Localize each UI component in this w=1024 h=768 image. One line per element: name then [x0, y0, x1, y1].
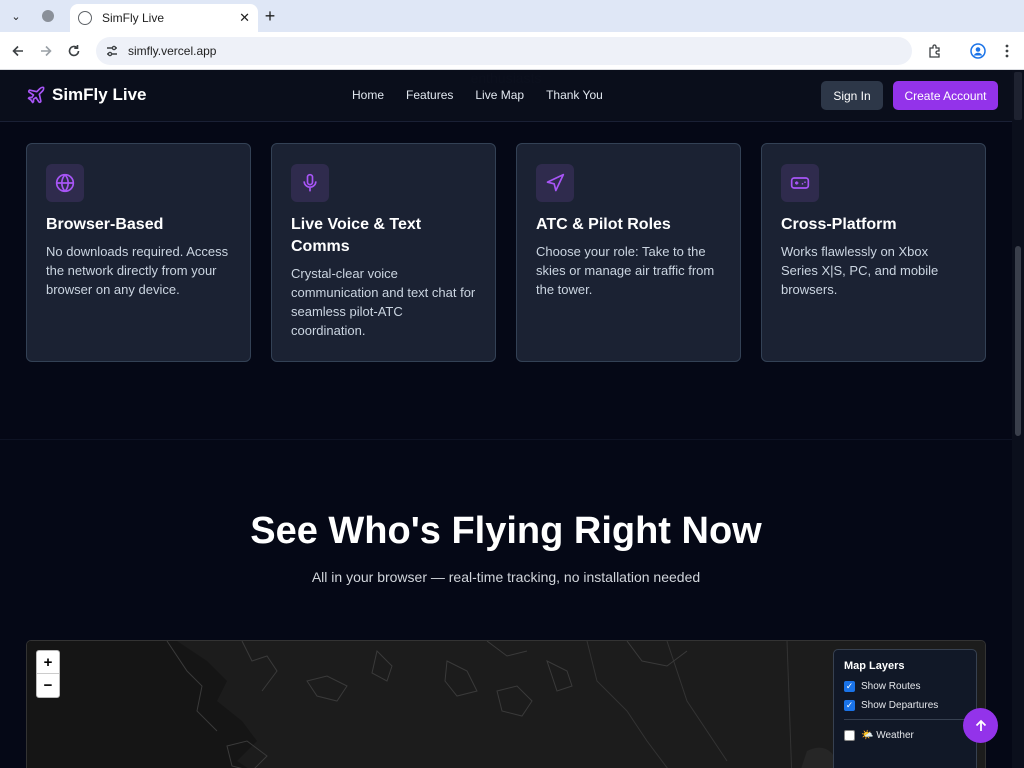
- tab-favicon-icon: [78, 11, 92, 25]
- url-text: simfly.vercel.app: [128, 44, 217, 58]
- feature-title: Live Voice & Text Comms: [291, 216, 422, 255]
- brand-name: SimFly Live: [52, 85, 147, 104]
- layer-departures[interactable]: ✓ Show Departures: [844, 700, 966, 711]
- brand-logo[interactable]: SimFly Live: [26, 85, 146, 105]
- site-info-icon[interactable]: [104, 43, 120, 59]
- extensions-icon[interactable]: [924, 40, 946, 62]
- feature-text: Choose your role: Take to the skies or m…: [536, 244, 715, 297]
- scrollbar-thumb[interactable]: [1015, 246, 1021, 436]
- scrollbar-track-top: [1014, 72, 1022, 120]
- zoom-in-button[interactable]: +: [37, 651, 59, 674]
- sign-in-button[interactable]: Sign In: [821, 81, 883, 110]
- layer-weather[interactable]: 🌤️ Weather: [844, 730, 966, 741]
- globe-favicon-icon: [42, 10, 54, 22]
- address-bar[interactable]: simfly.vercel.app: [96, 37, 912, 65]
- feature-text: Works flawlessly on Xbox Series X|S, PC,…: [781, 244, 939, 297]
- tab-title: SimFly Live: [102, 11, 165, 25]
- feature-text: No downloads required. Access the networ…: [46, 244, 229, 297]
- routes-checkbox[interactable]: ✓: [844, 681, 855, 692]
- feature-card-roles: ATC & Pilot Roles Choose your role: Take…: [516, 143, 741, 362]
- scroll-to-top-button[interactable]: [963, 708, 998, 743]
- feature-card-platform: Cross-Platform Works flawlessly on Xbox …: [761, 143, 986, 362]
- feature-card-comms: Live Voice & Text Comms Crystal-clear vo…: [271, 143, 496, 362]
- nav-live-map[interactable]: Live Map: [475, 88, 524, 102]
- departures-checkbox[interactable]: ✓: [844, 700, 855, 711]
- weather-checkbox[interactable]: [844, 730, 855, 741]
- gamepad-icon: [781, 164, 819, 202]
- reload-icon[interactable]: [63, 40, 85, 62]
- nav-features[interactable]: Features: [406, 88, 453, 102]
- tab-close-icon[interactable]: ✕: [239, 10, 250, 26]
- layer-label: Show Routes: [861, 681, 921, 692]
- layers-divider: [844, 719, 966, 720]
- map-layers-panel: Map Layers ✓ Show Routes ✓ Show Departur…: [833, 649, 977, 768]
- microphone-icon: [291, 164, 329, 202]
- feature-text: Crystal-clear voice communication and te…: [291, 266, 476, 338]
- globe-icon: [46, 164, 84, 202]
- section-subtitle: All in your browser — real-time tracking…: [311, 569, 701, 585]
- active-tab[interactable]: SimFly Live ✕: [70, 4, 258, 32]
- live-map[interactable]: + − Map Layers ✓ Show Routes ✓ Show Depa…: [26, 640, 986, 768]
- feature-title: Cross-Platform: [781, 216, 897, 233]
- feature-card-browser: Browser-Based No downloads required. Acc…: [26, 143, 251, 362]
- nav-home[interactable]: Home: [352, 88, 384, 102]
- layer-label: 🌤️ Weather: [861, 730, 914, 741]
- browser-tabbar: ⌄ SimFly Live ✕ +: [0, 0, 1024, 32]
- zoom-out-button[interactable]: −: [37, 674, 59, 697]
- section-title: See Who's Flying Right Now: [250, 510, 762, 552]
- nav-thank-you[interactable]: Thank You: [546, 88, 603, 102]
- new-tab-button[interactable]: +: [260, 6, 280, 26]
- nav-links: Home Features Live Map Thank You: [352, 88, 603, 102]
- feature-title: Browser-Based: [46, 216, 164, 233]
- layer-label: Show Departures: [861, 700, 939, 711]
- inactive-tab[interactable]: [36, 6, 60, 26]
- plane-icon: [27, 86, 45, 104]
- forward-icon[interactable]: [35, 40, 57, 62]
- browser-toolbar: simfly.vercel.app: [0, 32, 1024, 70]
- layers-title: Map Layers: [844, 660, 905, 672]
- zoom-control: + −: [36, 650, 60, 698]
- arrow-up-icon: [975, 719, 986, 731]
- feature-title: ATC & Pilot Roles: [536, 216, 671, 233]
- create-account-button[interactable]: Create Account: [893, 81, 998, 110]
- site-navbar: SimFly Live Home Features Live Map Thank…: [0, 70, 1012, 122]
- page-viewport: enthusiasts SimFly Live Home Features Li…: [0, 70, 1012, 768]
- profile-icon[interactable]: [967, 40, 989, 62]
- page-scrollbar[interactable]: [1012, 70, 1024, 768]
- menu-icon[interactable]: [996, 40, 1018, 62]
- section-divider: [0, 439, 1012, 440]
- back-icon[interactable]: [7, 40, 29, 62]
- tab-search-icon[interactable]: ⌄: [6, 6, 26, 26]
- layer-routes[interactable]: ✓ Show Routes: [844, 681, 966, 692]
- navigation-icon: [536, 164, 574, 202]
